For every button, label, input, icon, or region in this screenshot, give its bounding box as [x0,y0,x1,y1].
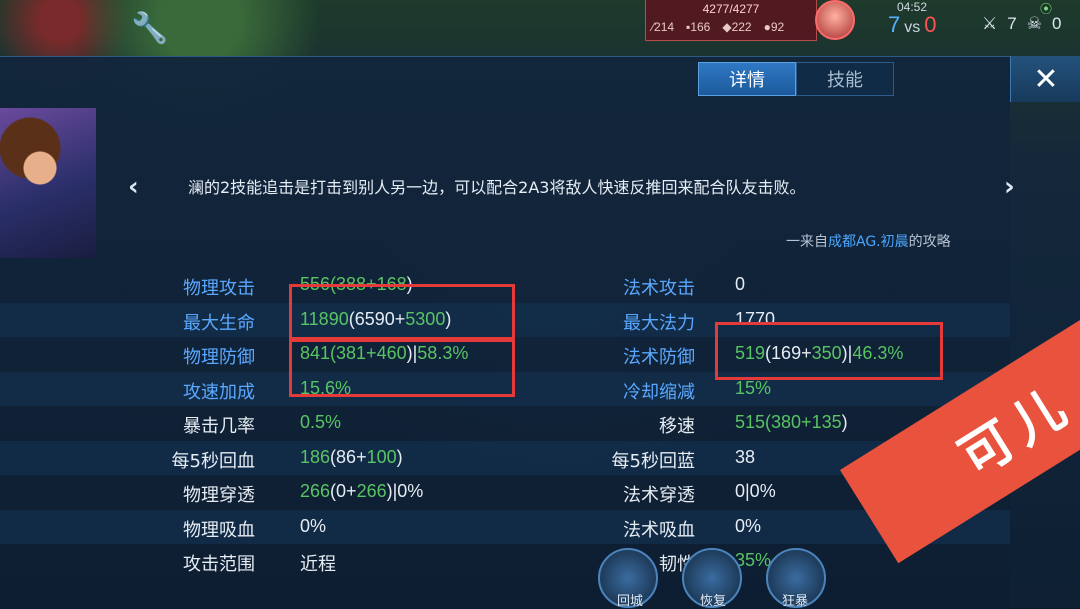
stat-label: 每5秒回血 [171,450,255,472]
kills-count: 7 [1007,14,1017,33]
tip-source-prefix: 一来自 [786,234,828,250]
hero-mini-stats: ⁄214 ▪166 ◆222 ●92 [652,20,784,34]
stat-value: 0% [300,515,327,536]
hero-avatar[interactable] [815,0,855,40]
tip-source-suffix: 的攻略 [908,234,951,250]
wifi-icon: ⦿ [1040,2,1053,16]
stat-label: 冷却缩减 [623,381,695,403]
panel-tabs: 详情 技能 [698,62,894,96]
stat-value: 近程 [300,554,336,574]
close-icon: ✕ [1033,61,1059,97]
stat-label: 物理攻击 [183,278,255,299]
mini-stat-magic-def: ●92 [763,20,785,34]
deaths-count: 0 [1051,14,1062,33]
stat-value: 515(380+135) [735,412,848,432]
stat-label: 移速 [659,416,695,437]
stat-label: 法术吸血 [623,519,695,541]
stat-label: 法术防御 [623,347,695,368]
stat-value: 15% [735,377,772,398]
team-score: 7 vs 0 [888,12,937,38]
chevron-right-icon[interactable]: › [1004,172,1015,202]
strategy-tip-source: 一来自成都AG.初晨的攻略 [786,231,951,251]
stat-value: 0 [735,274,746,294]
strategy-tip-text: 澜的2技能追击是打击到别人另一边，可以配合2A3将敌人快速反推回来配合队友击败。 [188,178,806,197]
stat-label: 法术攻击 [623,278,695,299]
kill-death: ⚔ 7 ☠ 0 [982,14,1061,34]
sword-icon: ⚔ [982,14,998,33]
stat-value: 0.5% [300,412,342,432]
score-blue: 7 [888,12,901,37]
stat-value: 38 [735,446,756,467]
attribute-row: 暴击几率 0.5% 移速 515(380+135) [0,406,1010,441]
hero-portrait [0,108,96,258]
mini-stat-attack: ⁄214 [652,20,675,34]
stat-value: 186(86+100) [300,446,403,467]
score-red: 0 [924,12,937,37]
recall-label: 回城 [617,594,644,609]
stat-label: 物理吸血 [183,519,255,541]
stat-label: 最大法力 [623,312,695,334]
stat-label: 物理穿透 [183,485,255,506]
hero-status-panel: 4277/4277 ⁄214 ▪166 ◆222 ●92 [645,0,817,41]
stat-value: 0|0% [735,481,776,501]
mini-stat-defense: ▪166 [686,20,711,34]
attribute-row: 物理吸血 0% 法术吸血 0% [0,509,1010,544]
tip-source-author[interactable]: 成都AG.初晨 [828,234,909,250]
tab-skills[interactable]: 技能 [796,62,894,96]
stat-value: 266(0+266)|0% [300,481,424,501]
top-hud: 🔧 4277/4277 ⁄214 ▪166 ◆222 ●92 04:52 7 vs… [0,0,1080,50]
stat-label: 物理防御 [183,347,255,368]
smite-label: 狂暴 [782,594,809,609]
stat-label: 法术穿透 [623,485,695,506]
stat-value: 0% [735,515,762,536]
highlight-box-physical-defense [289,337,515,397]
attribute-row: 攻击范围 近程 韧性 35% [0,544,1010,579]
highlight-box-magic-defense [715,322,943,380]
wrench-icon[interactable]: 🔧 [130,8,170,48]
restore-label: 恢复 [700,594,727,609]
close-button[interactable]: ✕ [1010,56,1080,102]
stat-label: 最大生命 [183,312,255,334]
stat-label: 暴击几率 [183,416,255,437]
stat-label: 攻击范围 [183,554,255,575]
skull-icon: ☠ [1026,14,1042,33]
score-vs: vs [904,19,921,36]
stat-label: 攻速加成 [183,381,255,403]
tab-details[interactable]: 详情 [698,62,796,96]
highlight-box-health [289,284,515,342]
chevron-left-icon[interactable]: ‹ [128,172,139,202]
mini-stat-magic: ◆222 [722,20,752,34]
stat-label: 每5秒回蓝 [611,450,695,472]
hp-text: 4277/4277 [702,2,760,16]
